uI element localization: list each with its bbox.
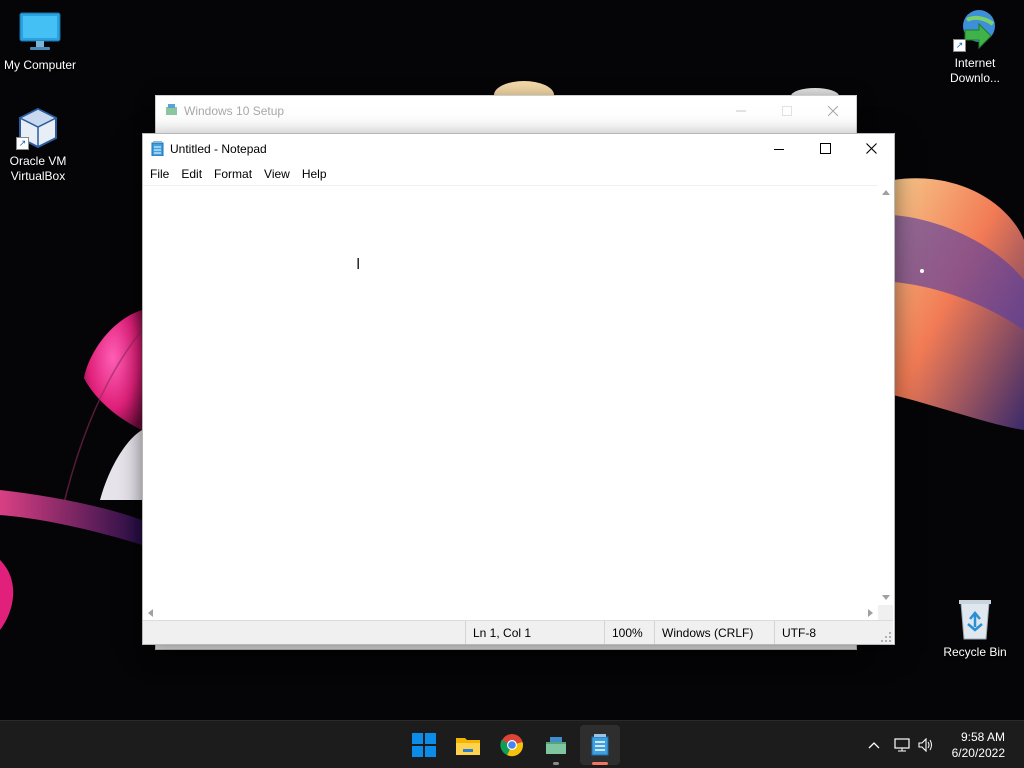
desktop-icon-internet-download-manager[interactable]: ↗ Internet Downlo... [935,8,1015,86]
menu-format[interactable]: Format [208,165,258,183]
recycle-bin-icon [953,597,997,641]
scroll-right-arrow-icon[interactable] [863,605,878,620]
status-line-endings: Windows (CRLF) [654,621,775,644]
start-button[interactable] [404,725,444,765]
desktop-icon-label: Oracle VM VirtualBox [9,154,67,183]
clock-time: 9:58 AM [960,730,1005,744]
taskbar-setup[interactable] [536,725,576,765]
horizontal-scrollbar[interactable] [143,605,878,620]
notepad-menubar: File Edit Format View Help [143,163,894,184]
notepad-maximize-button[interactable] [802,134,848,163]
monitor-icon [18,10,62,54]
shortcut-arrow-icon: ↗ [16,137,29,150]
scroll-left-arrow-icon[interactable] [143,605,158,620]
close-icon [865,143,877,154]
desktop-icon-virtualbox[interactable]: ↗ Oracle VM VirtualBox [0,106,78,184]
notepad-close-button[interactable] [848,134,894,163]
menu-file[interactable]: File [144,165,175,183]
setup-titlebar[interactable]: Windows 10 Setup [156,96,856,126]
taskbar-clock[interactable]: 9:58 AM 6/20/2022 [952,729,1005,761]
show-hidden-icons-button[interactable] [864,721,884,768]
start-icon [412,733,436,757]
speaker-icon [918,738,932,752]
setup-icon [165,103,178,119]
taskbar-file-explorer[interactable] [448,725,488,765]
desktop-icon-recycle-bin[interactable]: Recycle Bin [935,597,1015,660]
shortcut-arrow-icon: ↗ [953,39,966,52]
taskbar: 9:58 AM 6/20/2022 [0,720,1024,768]
notepad-icon [591,734,609,756]
menu-edit[interactable]: Edit [175,165,208,183]
scrollbar-corner [878,605,893,620]
desktop-icon-label: Recycle Bin [943,645,1007,659]
status-encoding: UTF-8 [774,621,879,644]
desktop-icon-my-computer[interactable]: My Computer [0,10,80,73]
vertical-scrollbar[interactable] [878,185,893,605]
status-zoom: 100% [604,621,655,644]
text-cursor-icon: I [356,255,361,273]
maximize-icon [782,106,792,116]
virtualbox-icon: ↗ [16,106,60,150]
close-icon [828,106,838,116]
menu-view[interactable]: View [258,165,296,183]
notepad-titlebar[interactable]: Untitled - Notepad [143,134,894,163]
minimize-icon [774,148,784,150]
notepad-statusbar: Ln 1, Col 1 100% Windows (CRLF) UTF-8 [143,620,893,644]
internet-download-manager-icon: ↗ [953,8,997,52]
chrome-icon [500,734,523,757]
active-indicator [592,762,608,765]
network-icon [894,738,910,752]
notepad-title: Untitled - Notepad [170,141,267,156]
taskbar-notepad[interactable] [580,725,620,765]
clock-date: 6/20/2022 [951,746,1005,760]
setup-maximize-button[interactable] [764,96,810,126]
notepad-minimize-button[interactable] [756,134,802,163]
notepad-icon [151,141,164,156]
setup-minimize-button[interactable] [718,96,764,126]
menu-help[interactable]: Help [296,165,333,183]
scroll-up-arrow-icon[interactable] [878,185,893,200]
resize-grip-icon[interactable] [881,632,891,642]
notepad-text-area[interactable] [143,185,878,606]
chevron-up-icon [868,742,880,749]
desktop-icon-label: Internet Downlo... [949,56,1001,85]
setup-close-button[interactable] [810,96,856,126]
notepad-window[interactable]: Untitled - Notepad File Edit Format View… [142,133,895,645]
setup-icon [546,737,566,754]
maximize-icon [819,143,831,154]
desktop-icon-label: My Computer [3,58,77,72]
setup-window-title: Windows 10 Setup [184,104,285,118]
network-button[interactable] [891,721,913,768]
taskbar-chrome[interactable] [492,725,532,765]
status-position: Ln 1, Col 1 [465,621,605,644]
volume-button[interactable] [915,721,937,768]
file-explorer-icon [456,738,480,755]
minimize-icon [736,110,746,112]
running-indicator [553,762,559,765]
scroll-down-arrow-icon[interactable] [878,590,893,605]
